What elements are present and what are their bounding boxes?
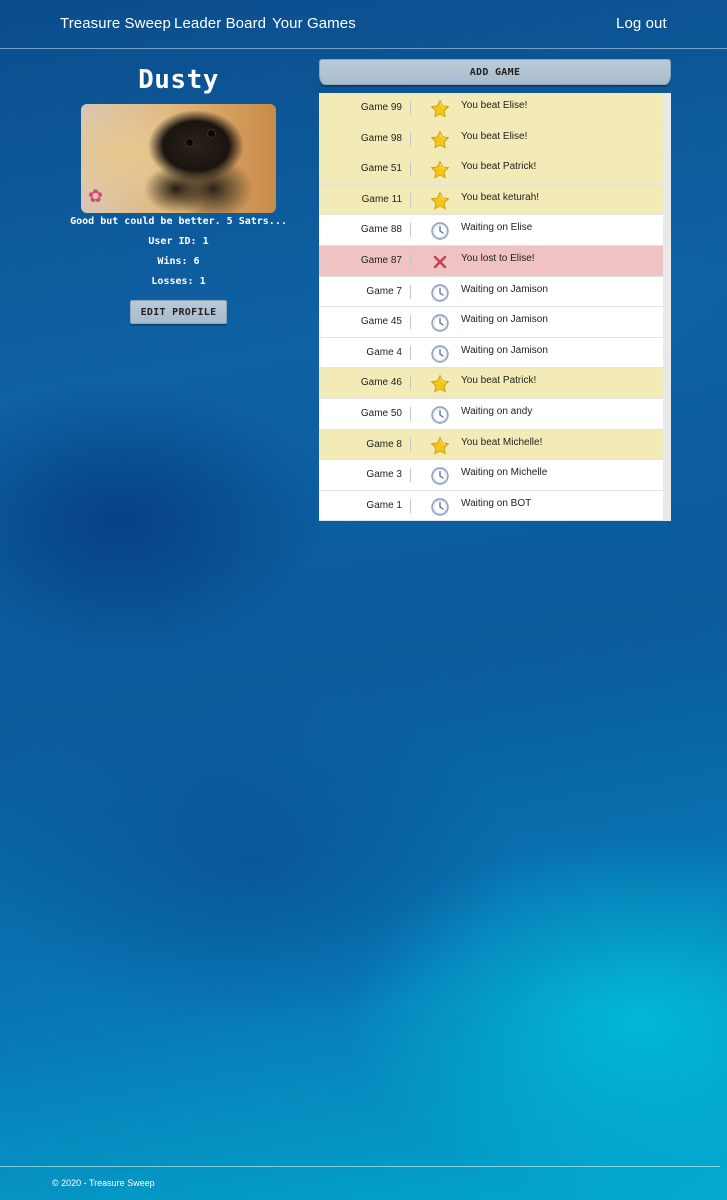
game-title: Game 46 [360, 377, 402, 389]
game-row[interactable]: Game 3 Waiting on Michelle [319, 460, 663, 491]
nav-logout-link[interactable]: Log out [616, 15, 667, 32]
row-divider [410, 284, 411, 299]
game-status: Waiting on Michelle [461, 467, 548, 479]
game-status: You beat Elise! [461, 130, 528, 142]
nav-leaderboard-link[interactable]: Leader Board [174, 15, 266, 32]
game-status: You beat Patrick! [461, 161, 537, 173]
row-divider [410, 253, 411, 268]
game-status: Waiting on BOT [461, 497, 532, 509]
star-icon [430, 160, 450, 180]
row-divider [410, 437, 411, 452]
star-icon [430, 191, 450, 211]
star-icon [430, 374, 450, 394]
profile-card: Dusty ✿ Good but could be better. 5 Satr… [62, 62, 295, 324]
game-title: Game 1 [366, 499, 402, 511]
game-title: Game 7 [366, 285, 402, 297]
clock-icon [430, 466, 450, 486]
game-row[interactable]: Game 8 You beat Michelle! [319, 429, 663, 461]
game-status: You beat keturah! [461, 191, 540, 203]
row-divider [410, 101, 411, 115]
clock-icon [430, 221, 450, 241]
row-divider [410, 498, 411, 513]
row-divider [410, 406, 411, 421]
nav-your-games-link[interactable]: Your Games [272, 15, 356, 32]
games-list[interactable]: Game 99 You beat Elise! Game 98 You beat El… [319, 93, 671, 521]
star-icon [430, 436, 450, 456]
game-status: Waiting on andy [461, 405, 533, 417]
copyright-text: © 2020 - Treasure Sweep [52, 1178, 155, 1188]
game-title: Game 88 [360, 224, 402, 236]
star-icon [430, 130, 450, 150]
nav-brand-link[interactable]: Treasure Sweep [60, 15, 171, 32]
game-status: Waiting on Elise [461, 222, 533, 234]
game-status: You beat Elise! [461, 100, 528, 111]
game-title: Game 50 [360, 407, 402, 419]
game-title: Game 8 [366, 438, 402, 450]
profile-bio: Good but could be better. 5 Satrs... [70, 216, 287, 227]
game-row[interactable]: Game 87 You lost to Elise! [319, 245, 663, 277]
game-title: Game 99 [360, 102, 402, 113]
edit-profile-button[interactable]: EDIT PROFILE [130, 300, 227, 324]
profile-user-id: User ID: 1 [148, 236, 209, 247]
game-row[interactable]: Game 51 You beat Patrick! [319, 154, 663, 185]
game-row[interactable]: Game 1 Waiting on BOT [319, 490, 663, 521]
clock-icon [430, 405, 450, 425]
game-status: Waiting on Jamison [461, 283, 548, 295]
avatar: ✿ [81, 104, 276, 213]
top-navbar: Treasure Sweep Leader Board Your Games L… [0, 0, 727, 49]
profile-name: Dusty [138, 65, 219, 95]
game-title: Game 45 [360, 316, 402, 328]
game-title: Game 4 [366, 346, 402, 358]
paw-icon: ✿ [88, 186, 104, 206]
clock-icon [430, 283, 450, 303]
game-row[interactable]: Game 99 You beat Elise! [319, 93, 663, 124]
game-row[interactable]: Game 88 Waiting on Elise [319, 215, 663, 246]
row-divider [410, 162, 411, 177]
game-title: Game 11 [361, 193, 402, 205]
game-status: You beat Patrick! [461, 375, 537, 387]
game-status: Waiting on Jamison [461, 314, 548, 326]
game-title: Game 98 [360, 132, 402, 144]
avatar-eye-right [207, 129, 216, 138]
game-row[interactable]: Game 98 You beat Elise! [319, 123, 663, 155]
game-row[interactable]: Game 4 Waiting on Jamison [319, 337, 663, 369]
game-status: You lost to Elise! [461, 252, 535, 264]
game-row[interactable]: Game 11 You beat keturah! [319, 184, 663, 216]
clock-icon [430, 313, 450, 333]
row-divider [410, 468, 411, 483]
row-divider [410, 223, 411, 238]
add-game-button[interactable]: ADD GAME [319, 59, 671, 85]
row-divider [410, 192, 411, 207]
row-divider [410, 131, 411, 146]
game-row[interactable]: Game 50 Waiting on andy [319, 398, 663, 430]
game-status: Waiting on Jamison [461, 344, 548, 356]
row-divider [410, 345, 411, 360]
row-divider [410, 376, 411, 391]
game-status: You beat Michelle! [461, 436, 543, 448]
row-divider [410, 315, 411, 330]
game-row[interactable]: Game 7 Waiting on Jamison [319, 276, 663, 308]
clock-icon [430, 344, 450, 364]
game-title: Game 87 [360, 254, 402, 266]
cross-icon [430, 252, 450, 272]
game-row[interactable]: Game 46 You beat Patrick! [319, 368, 663, 399]
game-title: Game 51 [360, 163, 402, 175]
avatar-eye-left [185, 138, 194, 147]
game-row[interactable]: Game 45 Waiting on Jamison [319, 307, 663, 338]
profile-wins: Wins: 6 [157, 256, 200, 267]
clock-icon [430, 497, 450, 517]
profile-losses: Losses: 1 [151, 276, 206, 287]
footer: © 2020 - Treasure Sweep [0, 1166, 720, 1200]
game-title: Game 3 [366, 469, 402, 481]
star-icon [430, 99, 450, 119]
